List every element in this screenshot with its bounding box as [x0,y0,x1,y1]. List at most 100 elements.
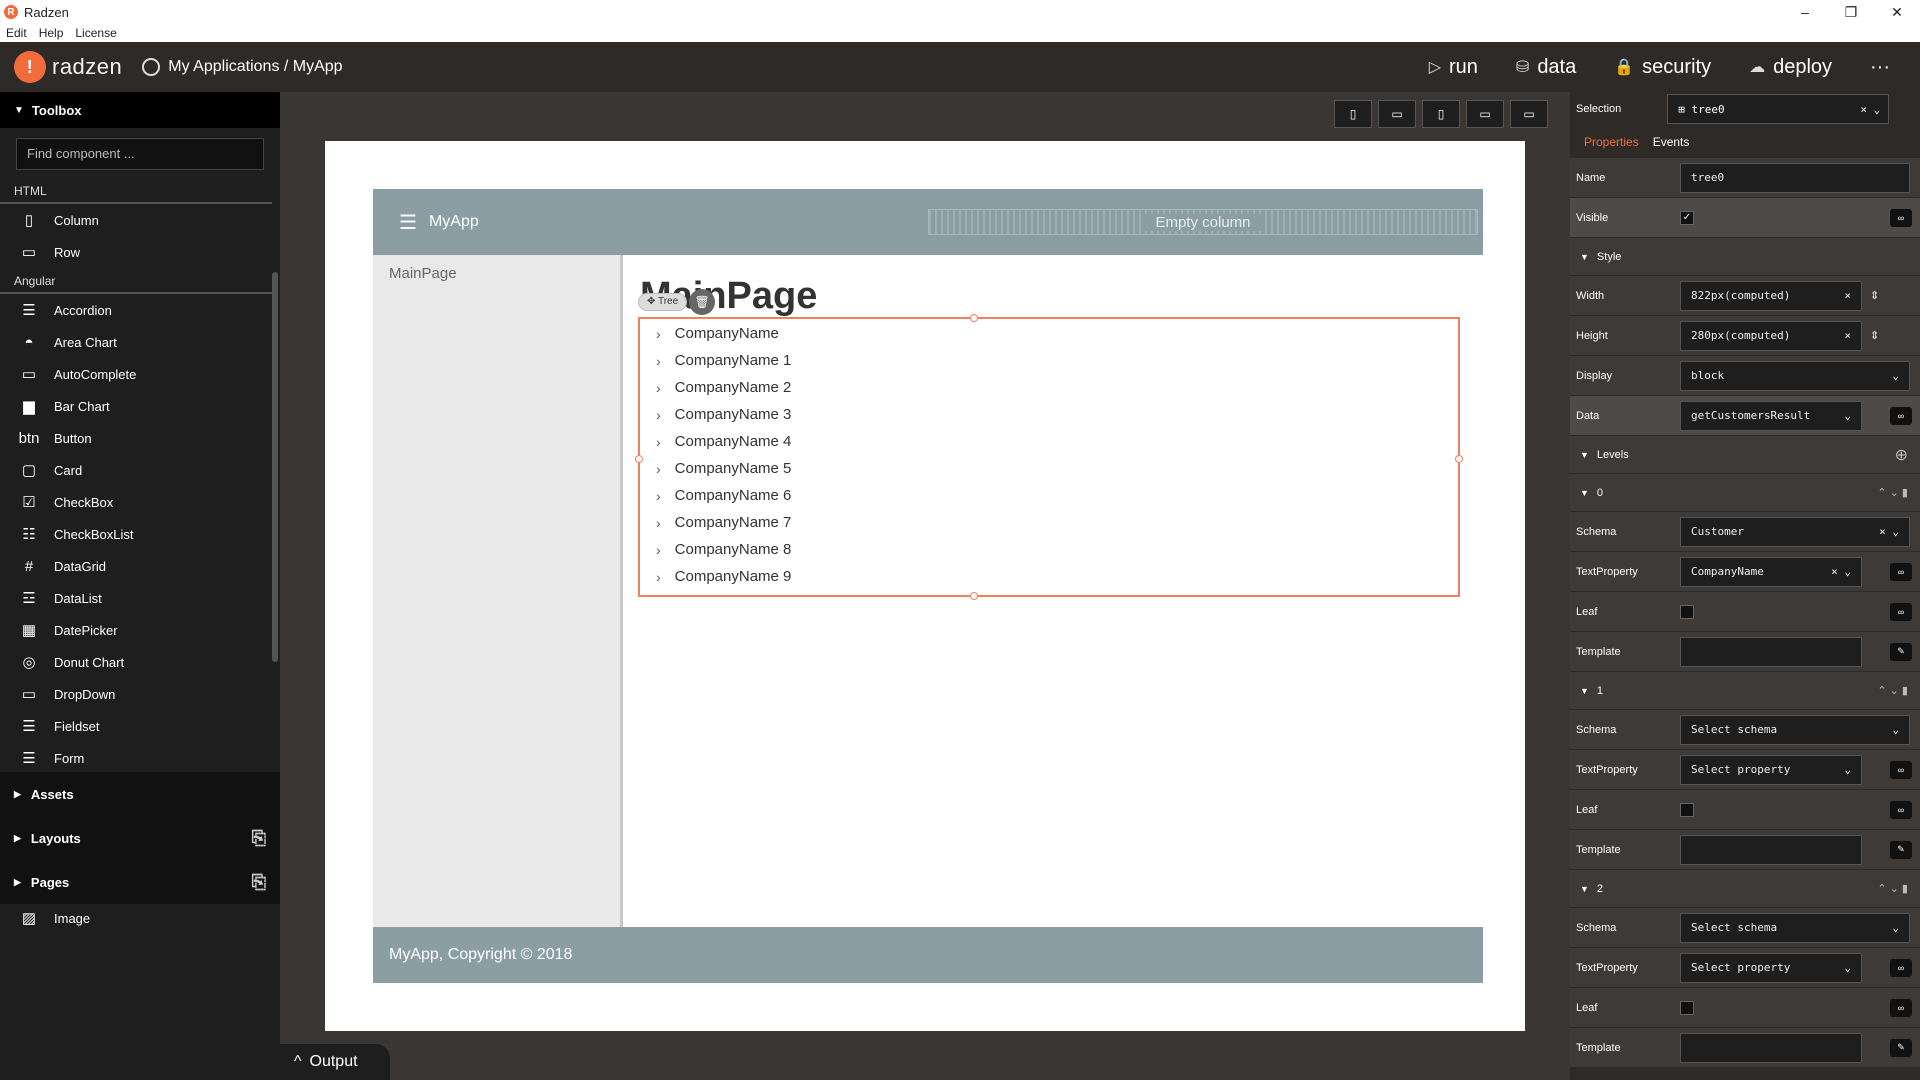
toolbox-item-donut-chart[interactable]: ◎ Donut Chart [0,646,280,678]
schema-select[interactable]: Select schema ⌄ [1680,714,1910,745]
chevron-right-icon[interactable]: › [656,488,661,504]
binding-icon[interactable]: ∞ [1890,760,1912,779]
tree-node[interactable]: › CompanyName 9 [640,563,1458,590]
new-page-icon[interactable]: ⎘ [252,872,266,893]
component-tag[interactable]: ✥ Tree 🗑 [638,289,716,315]
level-reorder-delete-icon[interactable]: ⌃ ⌄ ▮ [1877,882,1908,895]
level-reorder-delete-icon[interactable]: ⌃ ⌄ ▮ [1877,486,1908,499]
menu-license[interactable]: License [75,24,116,42]
toolbox-item-checkbox[interactable]: ☑ CheckBox [0,486,280,518]
resize-handle-top[interactable] [970,314,978,322]
tablet-landscape-button[interactable]: ▭ [1466,100,1504,128]
textprop-select[interactable]: Select property ⌄ [1680,754,1862,785]
add-level-icon[interactable]: ⊕ [1895,445,1908,465]
page-preview[interactable]: ☰ MyApp Empty column MainPage MainPage ✥… [325,141,1525,1031]
resize-handle-left[interactable] [635,455,643,463]
toolbox-item-form[interactable]: ☰ Form [0,742,280,774]
tablet-portrait-button[interactable]: ▯ [1422,100,1460,128]
edit-template-icon[interactable]: ✎ [1890,840,1912,859]
data-button[interactable]: ⛁ data [1516,56,1576,79]
tree-node[interactable]: › CompanyName 2 [640,374,1458,401]
template-input[interactable] [1680,1032,1862,1063]
clear-icon[interactable]: × [1844,329,1851,342]
tree-component[interactable]: › CompanyName › CompanyName 1 › CompanyName 2… [635,314,1463,600]
toolbox-item-button[interactable]: btn Button [0,422,280,454]
tree-node[interactable]: › CompanyName [640,320,1458,347]
chevron-right-icon[interactable]: › [656,353,661,369]
leaf-checkbox[interactable] [1680,1000,1694,1015]
textprop-select[interactable]: Select property ⌄ [1680,952,1862,983]
toolbox-item-datagrid[interactable]: # DataGrid [0,550,280,582]
layout-footer[interactable]: MyApp, Copyright © 2018 [373,927,1483,983]
level-2-header[interactable]: ▼ 2 ⌃ ⌄ ▮ [1570,870,1920,908]
more-menu-button[interactable]: ··· [1870,56,1890,79]
toolbox-item-card[interactable]: ▢ Card [0,454,280,486]
tree-node[interactable]: › CompanyName 3 [640,401,1458,428]
level-0-header[interactable]: ▼ 0 ⌃ ⌄ ▮ [1570,474,1920,512]
schema-select[interactable]: Customer × ⌄ [1680,516,1910,547]
brand-logo[interactable]: ! radzen [14,51,122,83]
toolbox-item-autocomplete[interactable]: ▭ AutoComplete [0,358,280,390]
clear-icon[interactable]: × [1844,289,1851,302]
chevron-right-icon[interactable]: › [656,407,661,423]
binding-icon[interactable]: ∞ [1890,406,1912,425]
width-input[interactable]: 822px(computed) × [1680,280,1862,311]
assets-section[interactable]: ▶ Assets [0,772,280,816]
layout-body[interactable]: MainPage ✥ Tree 🗑 › CompanyName › CompanyNa… [626,255,1483,927]
binding-icon[interactable]: ∞ [1890,562,1912,581]
layouts-section[interactable]: ▶ Layouts ⎘ [0,816,280,860]
resize-handle-bottom[interactable] [970,592,978,600]
tree-node[interactable]: › CompanyName 6 [640,482,1458,509]
leaf-checkbox[interactable] [1680,604,1694,619]
toolbox-item-area-chart[interactable]: ◓ Area Chart [0,326,280,358]
template-input[interactable] [1680,636,1862,667]
resize-handle-right[interactable] [1455,455,1463,463]
chevron-right-icon[interactable]: › [656,569,661,585]
toolbox-scrollbar[interactable] [272,272,278,662]
edit-template-icon[interactable]: ✎ [1890,1038,1912,1057]
schema-select[interactable]: Select schema ⌄ [1680,912,1910,943]
toolbox-item-fieldset[interactable]: ☰ Fieldset [0,710,280,742]
toolbox-item-checkboxlist[interactable]: ☷ CheckBoxList [0,518,280,550]
output-tab[interactable]: ^ Output [280,1044,390,1080]
chevron-right-icon[interactable]: › [656,380,661,396]
toolbox-header[interactable]: ▼ Toolbox [0,92,280,128]
security-button[interactable]: 🔒 security [1614,56,1711,79]
template-input[interactable] [1680,834,1862,865]
level-1-header[interactable]: ▼ 1 ⌃ ⌄ ▮ [1570,672,1920,710]
toolbox-item-datepicker[interactable]: ▦ DatePicker [0,614,280,646]
pages-section[interactable]: ▶ Pages ⎘ [0,860,280,904]
menu-help[interactable]: Help [39,24,64,42]
binding-icon[interactable]: ∞ [1890,998,1912,1017]
hamburger-icon[interactable]: ☰ [399,210,417,235]
display-select[interactable]: block ⌄ [1680,360,1910,391]
desktop-button[interactable]: ▭ [1510,100,1548,128]
tree-node[interactable]: › CompanyName 1 [640,347,1458,374]
binding-icon[interactable]: ∞ [1890,602,1912,621]
tree-node[interactable]: › CompanyName 7 [640,509,1458,536]
breadcrumb[interactable]: My Applications / MyApp [142,58,343,76]
levels-section[interactable]: ▼ Levels ⊕ [1570,436,1920,474]
binding-icon[interactable]: ∞ [1890,958,1912,977]
tab-events[interactable]: Events [1653,135,1690,149]
visible-checkbox[interactable]: ✓ [1680,210,1694,225]
stepper-icon[interactable]: ⇕ [1870,289,1879,302]
deploy-button[interactable]: ☁ deploy [1749,56,1832,79]
tab-properties[interactable]: Properties [1584,135,1639,149]
data-select[interactable]: getCustomersResult ⌄ [1680,400,1862,431]
style-section[interactable]: ▼ Style [1570,238,1920,276]
textprop-select[interactable]: CompanyName × ⌄ [1680,556,1862,587]
binding-icon[interactable]: ∞ [1890,800,1912,819]
height-input[interactable]: 280px(computed) × [1680,320,1862,351]
menu-edit[interactable]: Edit [6,24,27,42]
level-reorder-delete-icon[interactable]: ⌃ ⌄ ▮ [1877,684,1908,697]
toolbox-item-accordion[interactable]: ☰ Accordion [0,294,280,326]
sidebar-item-mainpage[interactable]: MainPage [389,265,457,282]
chevron-right-icon[interactable]: › [656,434,661,450]
toolbox-item-column[interactable]: ▯ Column [0,204,280,236]
tree-node[interactable]: › CompanyName 4 [640,428,1458,455]
chevron-right-icon[interactable]: › [656,542,661,558]
toolbox-item-datalist[interactable]: ☲ DataList [0,582,280,614]
close-button[interactable]: ✕ [1874,0,1920,24]
tree-move-handle[interactable]: ✥ Tree [638,293,688,311]
